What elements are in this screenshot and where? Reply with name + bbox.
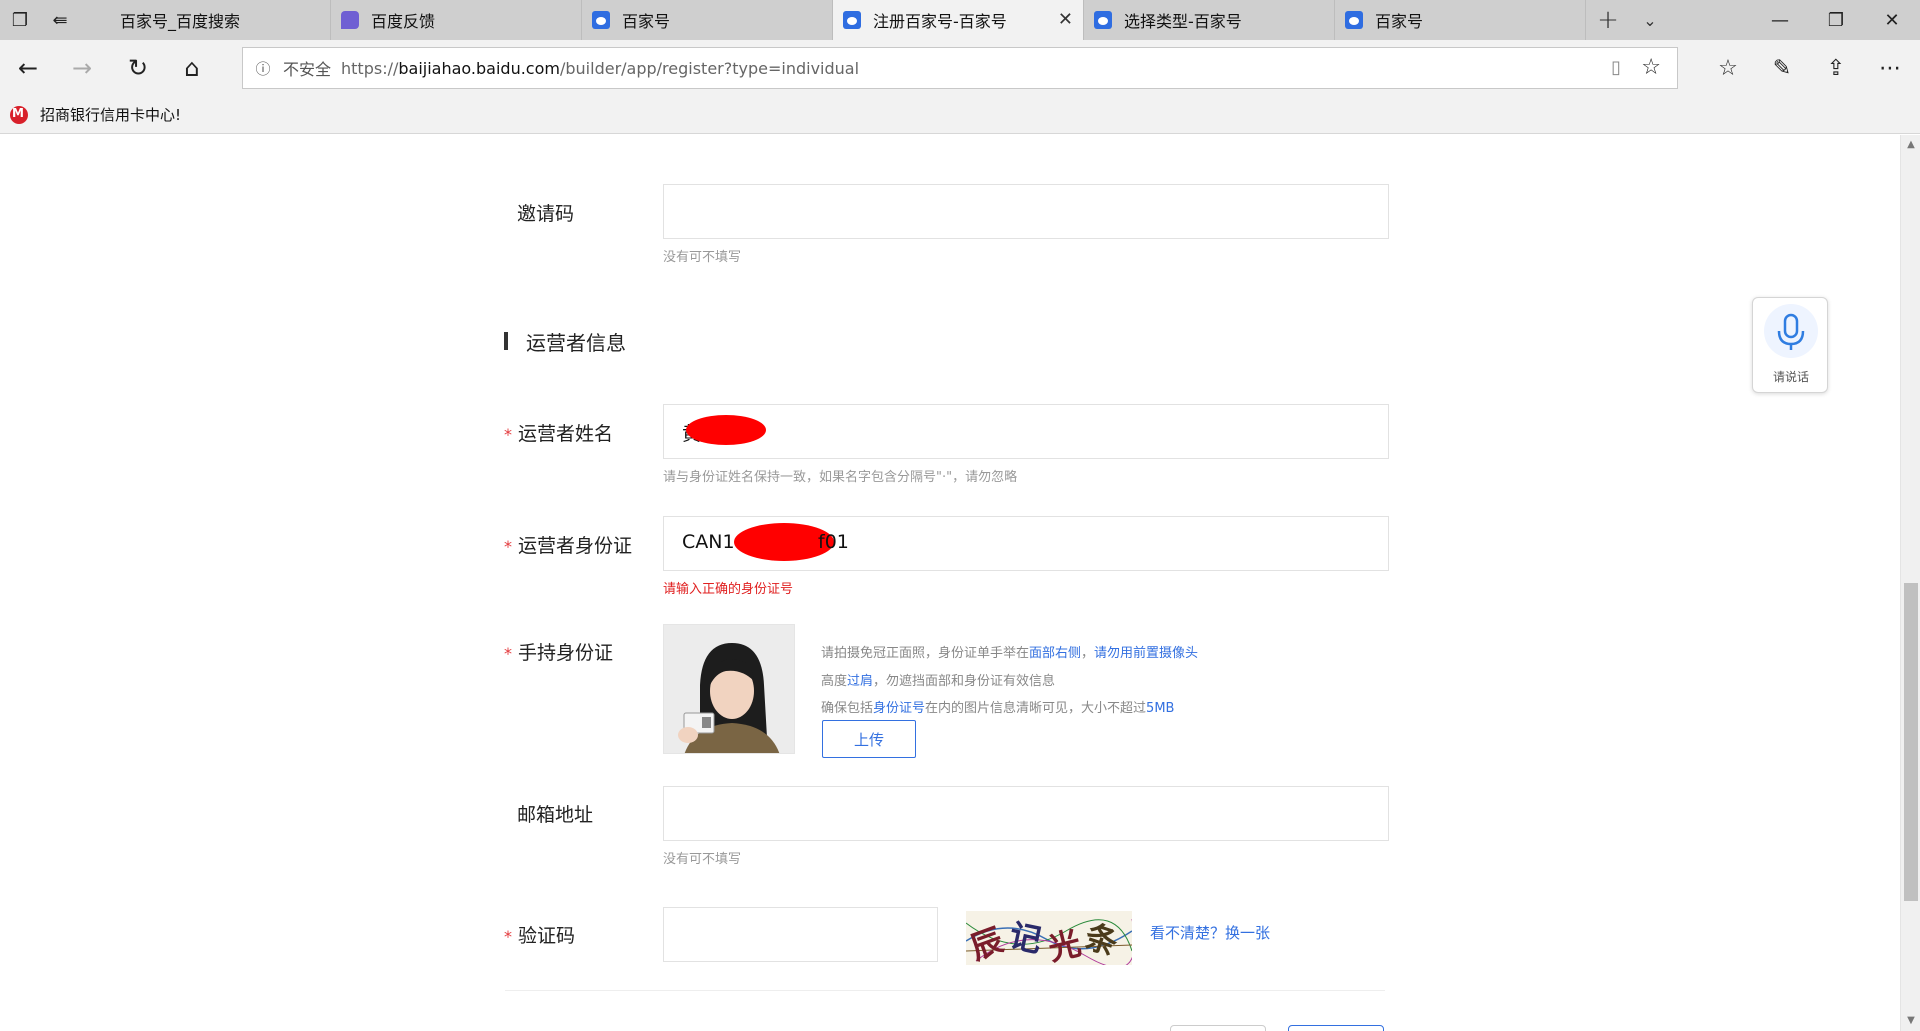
operator-id-value-end: f01 (818, 531, 849, 553)
favorite-item-label[interactable]: 招商银行信用卡中心! (40, 104, 181, 125)
tab-label: 百家号 (1375, 12, 1424, 31)
invite-code-input[interactable] (663, 184, 1389, 239)
minimize-icon[interactable]: — (1752, 0, 1808, 40)
restore-icon[interactable]: ❐ (1808, 0, 1864, 40)
page-scrollbar[interactable]: ▲ ▼ (1900, 135, 1920, 1031)
tab-strip: ❐ ⇚ 百家号_百度搜索 百度反馈 百家号 注册百家号-百家号 ✕ 选择类型-百… (0, 0, 1920, 40)
tab-4[interactable]: 选择类型-百家号 (1084, 0, 1335, 40)
operator-id-label: * 运营者身份证 (504, 535, 633, 557)
tab-sets-icon[interactable]: ❐ (0, 0, 40, 40)
baidu-paw-icon (592, 11, 610, 29)
cmb-logo-icon (10, 105, 28, 124)
tab-0[interactable]: 百家号_百度搜索 (80, 0, 331, 40)
baidu-paw-icon (1094, 11, 1112, 29)
upload-tip-1: 请拍摄免冠正面照，身份证单手举在面部右侧，请勿用前置摄像头 (821, 646, 1199, 661)
forward-icon[interactable]: → (62, 50, 102, 86)
upload-tip-3: 确保包括身份证号在内的图片信息清晰可见，大小不超过5MB (821, 701, 1175, 716)
window-controls: — ❐ ✕ (1752, 0, 1920, 40)
navigation-bar: ← → ↻ ⌂ ⓘ 不安全 https://baijiahao.baidu.co… (0, 40, 1920, 96)
page-content: 邀请码 没有可不填写 运营者信息 *运营者姓名 黄 请与身份证姓名保持一致，如果… (0, 135, 1900, 1031)
section-marker (504, 332, 508, 350)
scroll-down-icon[interactable]: ▼ (1901, 1011, 1920, 1031)
voice-label: 请说话 (1772, 370, 1809, 384)
required-asterisk: * (504, 927, 512, 946)
tab-1[interactable]: 百度反馈 (331, 0, 582, 40)
email-hint: 没有可不填写 (663, 852, 742, 867)
tab-2[interactable]: 百家号 (582, 0, 833, 40)
operator-name-hint: 请与身份证姓名保持一致，如果名字包含分隔号"·"，请勿忽略 (663, 470, 1018, 485)
scroll-up-icon[interactable]: ▲ (1901, 135, 1920, 155)
captcha-label: * 验证码 (504, 925, 576, 947)
baidu-paw-icon (843, 11, 861, 29)
operator-id-input[interactable]: CAN1 f01 (663, 516, 1389, 571)
required-asterisk: * (504, 644, 512, 663)
tab-label: 百度反馈 (371, 12, 436, 31)
partial-button[interactable] (1170, 1025, 1266, 1031)
required-asterisk: * (504, 537, 512, 556)
operator-id-error: 请输入正确的身份证号 (663, 582, 794, 597)
upload-button[interactable]: 上传 (822, 720, 916, 758)
favorites-bar: 招商银行信用卡中心! (0, 96, 1920, 134)
form-divider (505, 990, 1385, 991)
tab-label: 注册百家号-百家号 (873, 12, 1007, 31)
scroll-thumb[interactable] (1904, 583, 1918, 901)
home-icon[interactable]: ⌂ (172, 50, 212, 86)
address-bar[interactable]: ⓘ 不安全 https://baijiahao.baidu.com/builde… (242, 47, 1678, 89)
favorite-star-icon[interactable]: ☆ (1641, 55, 1661, 80)
operator-name-input[interactable]: 黄 (663, 404, 1389, 459)
feedback-icon (341, 11, 359, 29)
close-tab-icon[interactable]: ✕ (1058, 9, 1073, 30)
tab-label: 百家号 (622, 12, 671, 31)
close-icon[interactable]: ✕ (1864, 0, 1920, 40)
email-label: 邮箱地址 (517, 804, 594, 826)
tab-5[interactable]: 百家号 (1335, 0, 1586, 40)
sample-photo-illustration (664, 625, 794, 753)
favorites-hub-icon[interactable]: ☆ (1706, 50, 1750, 86)
invite-code-label: 邀请码 (517, 203, 575, 225)
required-asterisk: * (504, 425, 512, 444)
upload-tip-2: 高度过肩，勿遮挡面部和身份证有效信息 (821, 674, 1056, 689)
operator-id-value-start: CAN1 (682, 531, 735, 553)
url-text: https://baijiahao.baidu.com/builder/app/… (341, 58, 860, 78)
operator-name-label: * 运营者姓名 (504, 423, 614, 445)
captcha-input[interactable] (663, 907, 938, 962)
back-icon[interactable]: ← (8, 50, 48, 86)
partial-primary-button[interactable] (1288, 1025, 1384, 1031)
pen-notes-icon[interactable]: ✎ (1760, 50, 1804, 86)
invite-code-hint: 没有可不填写 (663, 250, 742, 265)
tab-3-active[interactable]: 注册百家号-百家号 ✕ (833, 0, 1084, 40)
more-icon[interactable]: ⋯ (1868, 50, 1912, 86)
voice-input-widget[interactable]: 请说话 (1752, 297, 1828, 393)
info-icon[interactable]: ⓘ (243, 58, 283, 79)
baidu-paw-icon (1345, 11, 1363, 29)
share-icon[interactable]: ⇪ (1814, 50, 1858, 86)
tab-label: 百家号_百度搜索 (120, 12, 241, 31)
reading-view-icon[interactable]: ▯ (1611, 57, 1621, 78)
new-tab-icon[interactable]: + (1586, 0, 1630, 40)
captcha-image[interactable]: 辰 记 光 条 (966, 911, 1132, 965)
set-aside-tabs-icon[interactable]: ⇚ (40, 0, 80, 40)
redaction-mark (686, 415, 766, 445)
section-title: 运营者信息 (526, 331, 626, 355)
captcha-refresh-link[interactable]: 看不清楚？换一张 (1150, 922, 1270, 943)
handheld-id-sample-photo (663, 624, 795, 754)
refresh-icon[interactable]: ↻ (118, 50, 158, 86)
handheld-id-label: * 手持身份证 (504, 642, 614, 664)
chevron-down-icon[interactable]: ⌄ (1630, 0, 1670, 40)
email-input[interactable] (663, 786, 1389, 841)
insecure-label: 不安全 (283, 60, 332, 79)
microphone-icon (1764, 304, 1818, 358)
tab-label: 选择类型-百家号 (1124, 12, 1242, 31)
